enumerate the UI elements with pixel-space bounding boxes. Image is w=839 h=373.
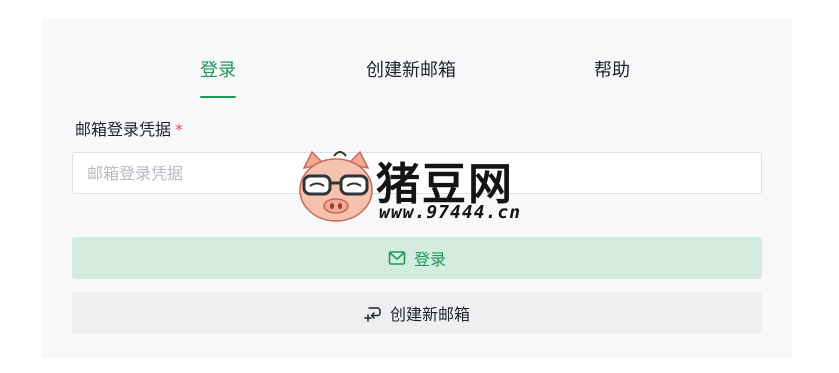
tab-login-label: 登录	[200, 60, 236, 81]
tab-create-mailbox[interactable]: 创建新邮箱	[366, 59, 456, 99]
create-mailbox-button[interactable]: 创建新邮箱	[72, 292, 762, 334]
tab-help[interactable]: 帮助	[594, 59, 630, 99]
login-button[interactable]: 登录	[72, 237, 762, 279]
mail-icon	[388, 249, 406, 267]
required-marker: *	[175, 120, 184, 139]
credential-field-label: 邮箱登录凭据 *	[75, 119, 183, 141]
login-card: 登录 创建新邮箱 帮助 邮箱登录凭据* 登录	[42, 19, 792, 358]
tab-create-mailbox-label: 创建新邮箱	[366, 60, 456, 81]
login-button-label: 登录	[413, 250, 446, 269]
tab-bar: 登录 创建新邮箱 帮助	[42, 19, 792, 101]
tab-login[interactable]: 登录	[200, 59, 236, 99]
credential-input[interactable]	[72, 152, 762, 194]
create-mailbox-icon	[364, 304, 382, 322]
active-tab-indicator	[200, 96, 236, 98]
credential-label-text: 邮箱登录凭据	[75, 120, 172, 139]
create-mailbox-button-label: 创建新邮箱	[389, 305, 470, 324]
tab-help-label: 帮助	[594, 60, 630, 81]
